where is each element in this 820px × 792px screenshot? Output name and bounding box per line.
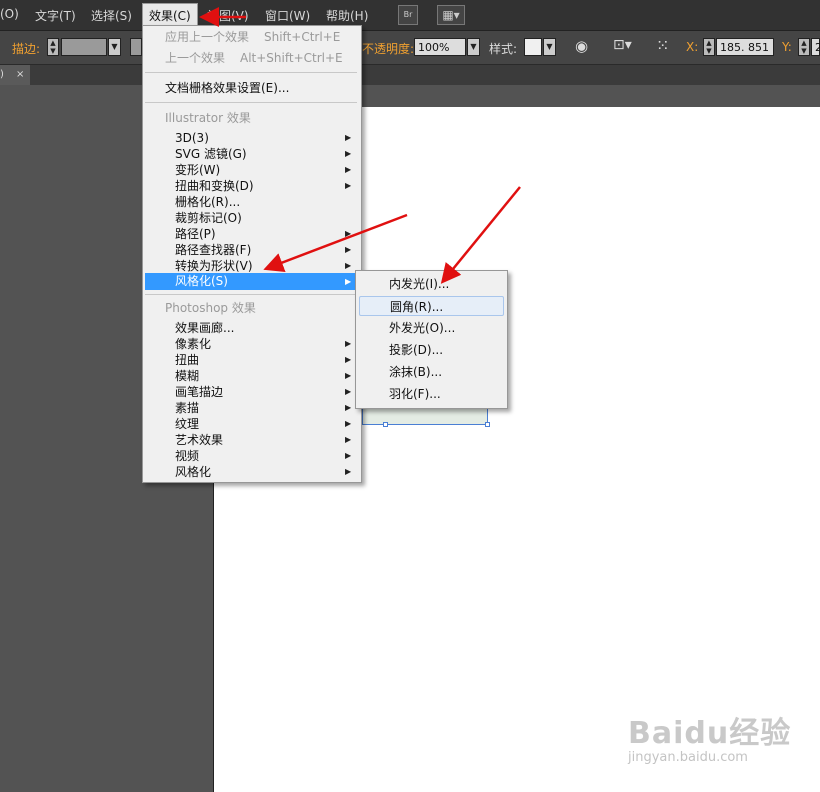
annotation-arrow xyxy=(440,186,521,284)
annotation-arrow xyxy=(263,213,408,272)
watermark-url: jingyan.baidu.com xyxy=(628,750,748,765)
annotation-arrows xyxy=(199,7,521,284)
watermark: Baidu经验 jingyan.baidu.com xyxy=(628,708,791,765)
watermark-logo: Baidu经验 xyxy=(628,716,792,751)
